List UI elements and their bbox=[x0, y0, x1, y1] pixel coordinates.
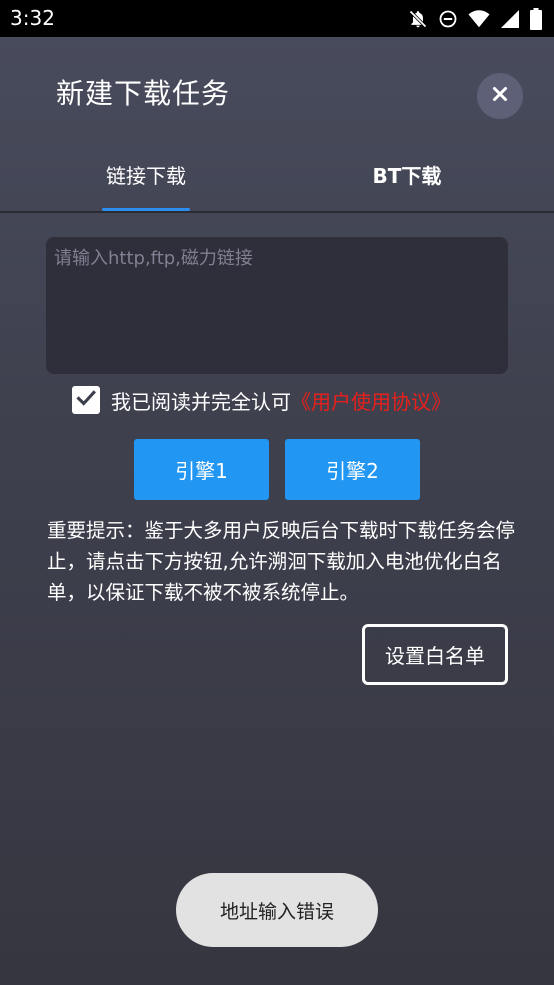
important-notice: 重要提示：鉴于大多用户反映后台下载时下载任务会停止，请点击下方按钮,允许溯洄下载… bbox=[47, 519, 516, 604]
engine-1-button[interactable]: 引擎1 bbox=[134, 439, 269, 500]
agreement-row: 我已阅读并完全认可 《用户使用协议》 bbox=[72, 385, 451, 415]
notifications-off-icon bbox=[408, 9, 428, 29]
error-toast: 地址输入错误 bbox=[176, 873, 378, 947]
set-whitelist-button[interactable]: 设置白名单 bbox=[362, 624, 508, 685]
battery-icon bbox=[530, 8, 542, 30]
wifi-icon bbox=[468, 9, 490, 29]
engine-2-button[interactable]: 引擎2 bbox=[285, 439, 420, 500]
status-time: 3:32 bbox=[10, 6, 55, 30]
tab-link-download[interactable]: 链接下载 bbox=[102, 160, 190, 194]
agreement-checkbox[interactable] bbox=[72, 386, 100, 414]
status-icons bbox=[408, 6, 542, 32]
tab-bt-download[interactable]: BT下载 bbox=[360, 160, 454, 194]
agreement-text: 我已阅读并完全认可 bbox=[111, 389, 291, 414]
signal-icon bbox=[500, 9, 520, 29]
tab-divider bbox=[0, 211, 554, 213]
close-icon bbox=[492, 86, 508, 106]
user-agreement-link[interactable]: 《用户使用协议》 bbox=[291, 386, 451, 415]
close-button[interactable] bbox=[477, 73, 523, 119]
do-not-disturb-icon bbox=[438, 9, 458, 29]
url-input[interactable] bbox=[46, 237, 508, 374]
status-bar: 3:32 bbox=[0, 0, 554, 37]
dialog-title: 新建下载任务 bbox=[56, 77, 231, 110]
checkmark-icon bbox=[75, 387, 97, 413]
